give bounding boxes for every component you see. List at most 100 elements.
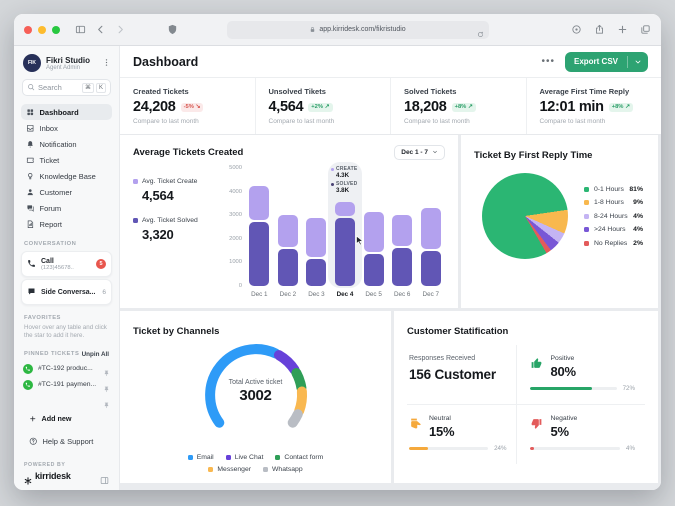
sidebar-toggle-button[interactable]: [75, 21, 86, 39]
sidebar-item-report[interactable]: Report: [21, 216, 112, 232]
responses-received-value: 156 Customer: [409, 367, 506, 382]
workspace-switcher[interactable]: FIK Fikri Studio Agent Admin: [14, 46, 119, 79]
export-dropdown-caret[interactable]: [628, 54, 648, 69]
bar-column-dec-7[interactable]: Dec 7: [416, 168, 445, 298]
call-number: (123)45678..: [41, 265, 96, 271]
search-input[interactable]: [38, 83, 80, 92]
pin-icon: [103, 386, 110, 393]
kirridesk-logo-icon: [24, 472, 32, 480]
pie-legend-row: 0-1 Hours81%: [584, 182, 643, 196]
workspace-info: Fikri Studio Agent Admin: [46, 56, 102, 71]
metric-value: 5%: [550, 424, 577, 439]
chevron-down-icon: [428, 149, 438, 156]
pie-legend-row: No Replies2%: [584, 236, 643, 250]
bar-column-dec-2[interactable]: Dec 2: [274, 168, 303, 298]
close-window-button[interactable]: [24, 26, 32, 34]
legend-label: 1-8 Hours: [594, 199, 633, 206]
bar-segment-create: [335, 202, 355, 216]
stat-unsolved-tikets: Unsolved Tikets4,564+2% ↗Compare to last…: [255, 78, 391, 134]
sidebar-item-knowledge-base[interactable]: Knowledge Base: [21, 168, 112, 184]
workspace-menu-button[interactable]: [102, 54, 111, 72]
legend-swatch: [584, 200, 589, 205]
stat-created-tickets: Created Tickets24,208-5% ↘Compare to las…: [120, 78, 255, 134]
sidebar-item-call[interactable]: Call (123)45678.. 5: [21, 251, 112, 277]
sidebar-item-label: Notification: [40, 140, 77, 149]
sidebar-item-notification[interactable]: Notification: [21, 136, 112, 152]
legend-swatch: [208, 467, 213, 472]
sidebar-item-forum[interactable]: Forum: [21, 200, 112, 216]
sidebar-item-customer[interactable]: Customer: [21, 184, 112, 200]
kebab-icon: [102, 58, 111, 67]
conversation-section-label: CONVERSATION: [24, 241, 109, 247]
x-axis-label: Dec 2: [280, 291, 296, 298]
pin-icon[interactable]: [103, 365, 110, 372]
side-conversation-label: Side Conversa...: [41, 289, 102, 296]
address-bar[interactable]: app.kirridesk.com/fikristudio: [227, 21, 489, 39]
share-icon[interactable]: [594, 21, 605, 39]
more-options-button[interactable]: •••: [541, 56, 555, 67]
sidebar-item-ticket[interactable]: Ticket: [21, 152, 112, 168]
back-button[interactable]: [95, 21, 106, 39]
add-new-label: Add new: [42, 414, 72, 423]
pie-legend-row: 8-24 Hours4%: [584, 209, 643, 223]
bar-segment-solved: [392, 248, 412, 286]
stat-compare-label: Compare to last month: [404, 118, 526, 125]
help-support-button[interactable]: Help & Support: [24, 437, 109, 446]
pin-icon[interactable]: [103, 381, 110, 388]
bar-segment-solved: [306, 259, 326, 286]
report-icon: [26, 220, 35, 229]
ticket-icon: [26, 156, 35, 165]
pin-icon[interactable]: [103, 397, 110, 404]
unpin-all-button[interactable]: Unpin All: [82, 351, 109, 358]
stat-value: 24,208: [133, 99, 176, 115]
metric-value: 15%: [429, 424, 454, 439]
lock-icon: [309, 26, 316, 33]
sidebar-item-dashboard[interactable]: Dashboard: [21, 104, 112, 120]
new-tab-icon[interactable]: [617, 21, 628, 39]
bar-chart-plot: Dec 1 Dec 2 Dec 3CREATE4.3KSOLVED3.8KDec 4…: [245, 168, 445, 298]
pinned-ticket-row[interactable]: +1 678-908-78...: [23, 394, 110, 408]
bar-wrap: CREATE4.3KSOLVED3.8K: [331, 168, 360, 286]
bar-wrap: [302, 168, 331, 286]
bar-segment-create: [249, 186, 269, 220]
gauge-segment-whatsapp: [292, 414, 297, 423]
collapse-sidebar-icon[interactable]: [100, 472, 109, 481]
sidebar-item-label: Ticket: [40, 156, 60, 165]
workspace-name: Fikri Studio: [46, 56, 102, 65]
thumb-side-wrap: [409, 415, 422, 433]
thumb-down-wrap: [530, 415, 543, 433]
tab-overview-icon[interactable]: [640, 21, 651, 39]
stacked-bar: [306, 218, 326, 286]
legend-swatch: [584, 241, 589, 246]
zoom-window-button[interactable]: [52, 26, 60, 34]
gauge-center-label: Total Active ticket: [181, 379, 331, 386]
stat-label: Unsolved Tikets: [269, 87, 391, 96]
call-badge: 5: [96, 259, 106, 269]
date-range-select[interactable]: Dec 1 - 7: [394, 145, 445, 160]
minimize-window-button[interactable]: [38, 26, 46, 34]
sidebar-item-side-conversations[interactable]: Side Conversa... 6: [21, 279, 112, 305]
metric-bar-fill: [530, 447, 534, 450]
export-csv-button[interactable]: Export CSV: [565, 52, 648, 72]
bar-segment-create: [306, 218, 326, 257]
sidebar-item-inbox[interactable]: Inbox: [21, 120, 112, 136]
add-new-button[interactable]: Add new: [24, 414, 109, 423]
bar-column-dec-3[interactable]: Dec 3: [302, 168, 331, 298]
bar-wrap: [245, 168, 274, 286]
refresh-icon[interactable]: [477, 26, 484, 44]
legend-swatch: [584, 214, 589, 219]
x-axis-label: Dec 5: [365, 291, 381, 298]
sidebar-nav: DashboardInbox Notification Ticket Knowledg…: [14, 104, 119, 232]
metric-bar-track: [530, 387, 616, 390]
page-options-icon[interactable]: [571, 21, 582, 39]
forward-button[interactable]: [115, 21, 126, 39]
legend-label: Whatsapp: [272, 466, 303, 473]
pie-legend-row: 1-8 Hours9%: [584, 196, 643, 210]
sidebar-toggle-icon: [75, 24, 86, 35]
search-box[interactable]: ⌘ K: [22, 79, 111, 96]
bar-column-dec-1[interactable]: Dec 1: [245, 168, 274, 298]
privacy-shield-icon[interactable]: [167, 21, 178, 39]
bar-column-dec-4[interactable]: CREATE4.3KSOLVED3.8KDec 4: [331, 168, 360, 298]
page-header: Dashboard ••• Export CSV: [120, 46, 661, 78]
bar-column-dec-6[interactable]: Dec 6: [388, 168, 417, 298]
